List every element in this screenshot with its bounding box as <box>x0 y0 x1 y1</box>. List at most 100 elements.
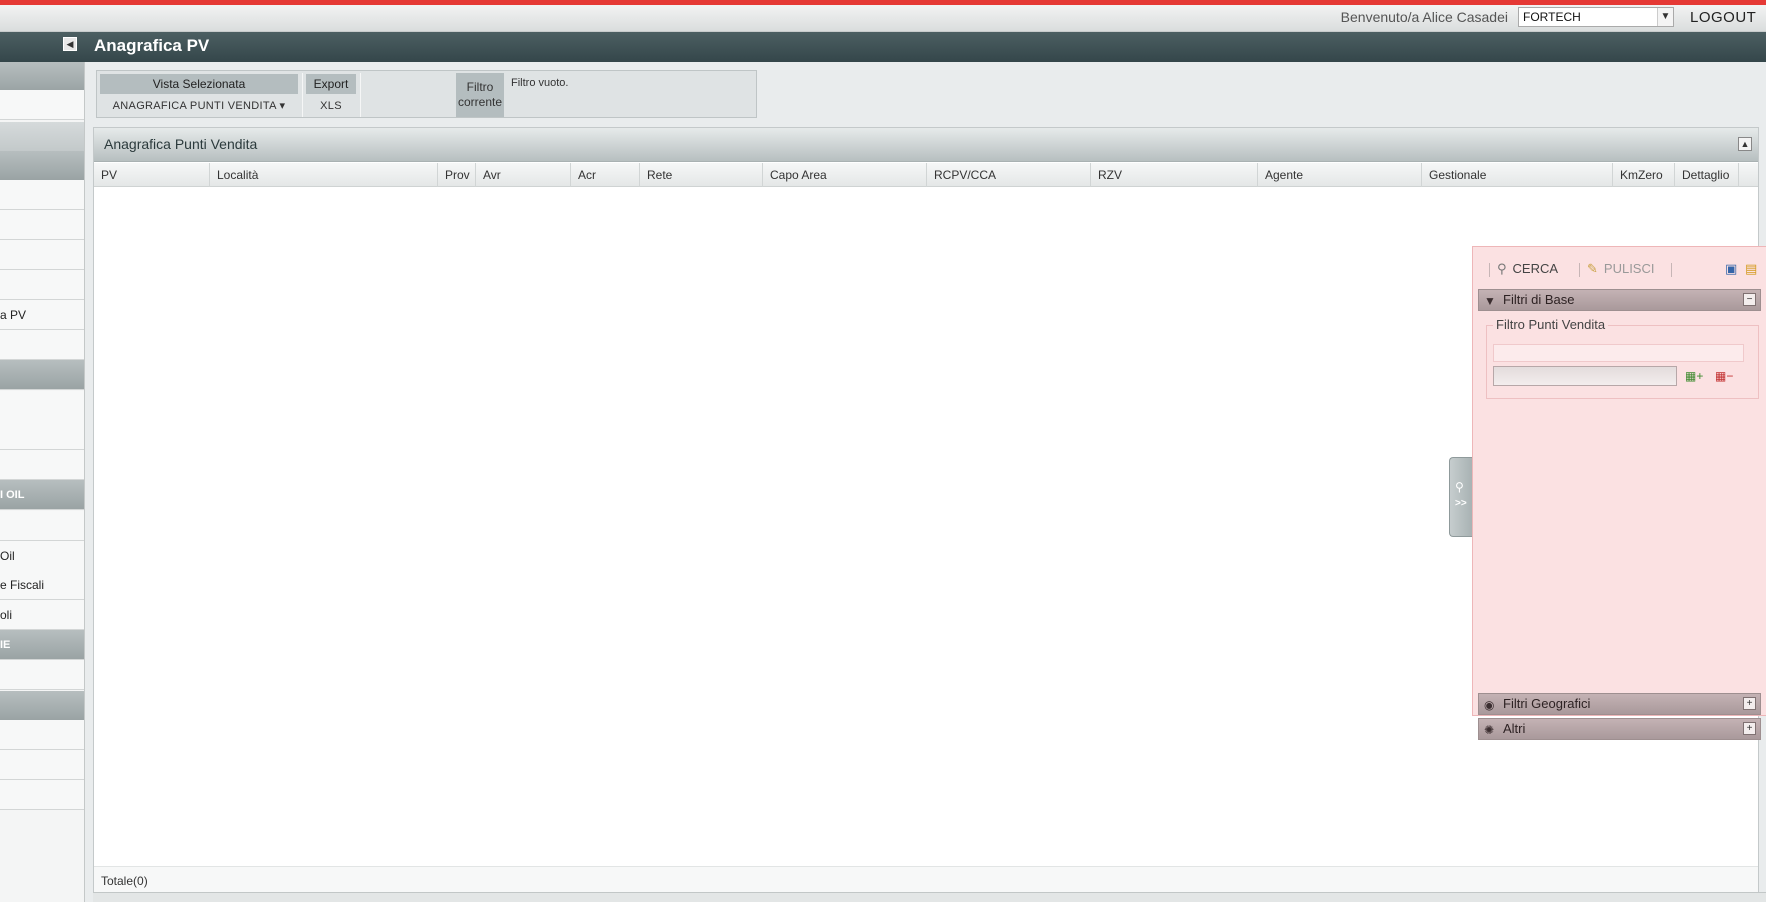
export-xls-button[interactable]: XLS <box>306 97 356 115</box>
grid-column-headers: PV Località Prov Avr Acr Rete Capo Area RCPV/CC… <box>94 163 1758 187</box>
sidebar-item-label: IE <box>0 639 11 651</box>
view-toolbar: Vista Selezionata ANAGRAFICA PUNTI VENDI… <box>96 70 757 118</box>
collapse-icon[interactable]: − <box>1743 293 1756 306</box>
save-icon[interactable]: ▣ <box>1725 261 1737 277</box>
search-icon: ⚲ <box>1455 480 1464 494</box>
sidebar-item[interactable] <box>0 660 84 690</box>
column-header[interactable]: Gestionale <box>1422 163 1613 187</box>
search-button-label: CERCA <box>1512 261 1559 276</box>
sidebar-item[interactable] <box>0 210 84 240</box>
sidebar-item[interactable] <box>0 391 84 421</box>
column-header[interactable]: Rete <box>640 163 763 187</box>
welcome-text: Benvenuto/a Alice Casadei <box>1340 9 1508 25</box>
current-filter-label-line1: Filtro <box>466 80 494 94</box>
sidebar-item[interactable] <box>0 750 84 780</box>
column-header[interactable]: Avr <box>476 163 571 187</box>
view-select-value: ANAGRAFICA PUNTI VENDITA <box>112 100 277 112</box>
section-base-filters[interactable]: ▼ Filtri di Base − <box>1478 289 1761 311</box>
sidebar-item[interactable]: a PV <box>0 300 84 330</box>
sidebar-item[interactable] <box>0 720 84 750</box>
sidebar-item-label: e Fiscali <box>0 578 45 592</box>
column-header[interactable]: Acr <box>571 163 640 187</box>
sidebar-item[interactable] <box>0 270 84 300</box>
page-title: Anagrafica PV <box>94 36 210 55</box>
filter-toolbar: ⚲ CERCA ✎ PULISCI ▣ ▤ <box>1481 257 1765 283</box>
search-button[interactable]: ⚲ CERCA <box>1497 261 1558 277</box>
sidebar-item[interactable] <box>0 180 84 210</box>
filter-panel-handle[interactable]: ⚲ >> <box>1449 457 1473 537</box>
logout-button[interactable]: LOGOUT <box>1690 9 1756 26</box>
sidebar-item[interactable] <box>0 240 84 270</box>
grid-header: Anagrafica Punti Vendita ▲ <box>94 128 1758 162</box>
pv-filter-fieldset <box>1486 325 1759 399</box>
column-header[interactable]: RCPV/CCA <box>927 163 1091 187</box>
puzzle-icon: ✺ <box>1484 723 1495 737</box>
sidebar-item[interactable]: I OIL <box>0 480 84 510</box>
sidebar-item[interactable]: e Fiscali <box>0 570 84 600</box>
folder-icon[interactable]: ▤ <box>1745 261 1757 277</box>
sidebar-item[interactable]: IE <box>0 630 84 660</box>
expand-icon[interactable]: + <box>1743 697 1756 710</box>
pv-filter-legend: Filtro Punti Vendita <box>1493 317 1609 332</box>
section-geo-filters-label: Filtri Geografici <box>1503 696 1591 711</box>
pv-filter-input[interactable] <box>1493 366 1677 386</box>
sidebar-item[interactable] <box>0 90 84 120</box>
clear-button-label: PULISCI <box>1603 261 1655 276</box>
sidebar-item[interactable] <box>0 122 84 152</box>
sidebar-item[interactable] <box>0 691 84 721</box>
sidebar-item[interactable] <box>0 420 84 450</box>
expand-arrow-icon: >> <box>1455 498 1467 509</box>
sidebar-item[interactable]: Oil <box>0 541 84 571</box>
view-label: Vista Selezionata <box>100 74 298 94</box>
sidebar-item[interactable] <box>0 511 84 541</box>
toolbar-divider <box>1489 263 1490 277</box>
collapse-panel-icon[interactable]: ▲ <box>1738 137 1752 151</box>
section-other-filters-label: Altri <box>1503 721 1526 736</box>
expand-icon[interactable]: + <box>1743 722 1756 735</box>
toolbar-divider <box>1671 263 1672 277</box>
sidebar-item-label: oli <box>0 608 13 622</box>
sidebar-item-label: I OIL <box>0 489 25 501</box>
company-select[interactable]: FORTECH ▼ <box>1518 7 1674 27</box>
remove-row-icon[interactable]: ▦− <box>1715 369 1733 383</box>
sidebar: a PV I OIL Oil e Fiscali oli IE <box>0 62 85 902</box>
column-header[interactable]: PV <box>94 163 210 187</box>
magnifier-icon: ⚲ <box>1497 261 1507 276</box>
sidebar-item-label: Oil <box>0 549 15 563</box>
column-header[interactable]: KmZero <box>1613 163 1675 187</box>
column-header[interactable]: Prov <box>438 163 476 187</box>
broom-icon: ✎ <box>1587 261 1598 276</box>
company-select-value: FORTECH <box>1523 10 1581 24</box>
add-row-icon[interactable]: ▦+ <box>1685 369 1703 383</box>
column-header[interactable]: Dettaglio <box>1675 163 1739 187</box>
sidebar-item[interactable] <box>0 330 84 360</box>
sidebar-item[interactable] <box>0 360 84 390</box>
column-header[interactable]: Località <box>210 163 438 187</box>
caret-down-icon: ▾ <box>276 100 286 112</box>
column-header[interactable]: Capo Area <box>763 163 927 187</box>
clear-button[interactable]: ✎ PULISCI <box>1587 261 1654 277</box>
current-filter-value: Filtro vuoto. <box>511 77 569 89</box>
current-filter-label: Filtro corrente <box>456 73 504 117</box>
collapse-sidebar-icon[interactable]: ◀ <box>63 37 77 51</box>
sidebar-item-label: a PV <box>0 308 27 322</box>
export-label: Export <box>306 74 356 94</box>
sidebar-item[interactable] <box>0 62 84 92</box>
globe-icon: ◉ <box>1484 698 1495 712</box>
section-base-filters-label: Filtri di Base <box>1503 292 1575 307</box>
column-header[interactable]: Agente <box>1258 163 1422 187</box>
toolbar-divider <box>1579 263 1580 277</box>
pv-filter-list[interactable] <box>1493 344 1744 362</box>
chevron-down-icon[interactable]: ▼ <box>1657 8 1673 26</box>
section-geo-filters[interactable]: ◉ Filtri Geografici + <box>1478 693 1761 715</box>
section-other-filters[interactable]: ✺ Altri + <box>1478 718 1761 740</box>
sidebar-item[interactable] <box>0 151 84 181</box>
sidebar-item[interactable] <box>0 450 84 480</box>
view-select[interactable]: ANAGRAFICA PUNTI VENDITA ▾ <box>100 97 298 115</box>
sidebar-item[interactable]: oli <box>0 600 84 630</box>
grid-title: Anagrafica Punti Vendita <box>104 136 258 152</box>
column-header[interactable]: RZV <box>1091 163 1258 187</box>
sidebar-item[interactable] <box>0 780 84 810</box>
toolbar-divider <box>360 73 361 117</box>
title-bar <box>0 32 1766 62</box>
